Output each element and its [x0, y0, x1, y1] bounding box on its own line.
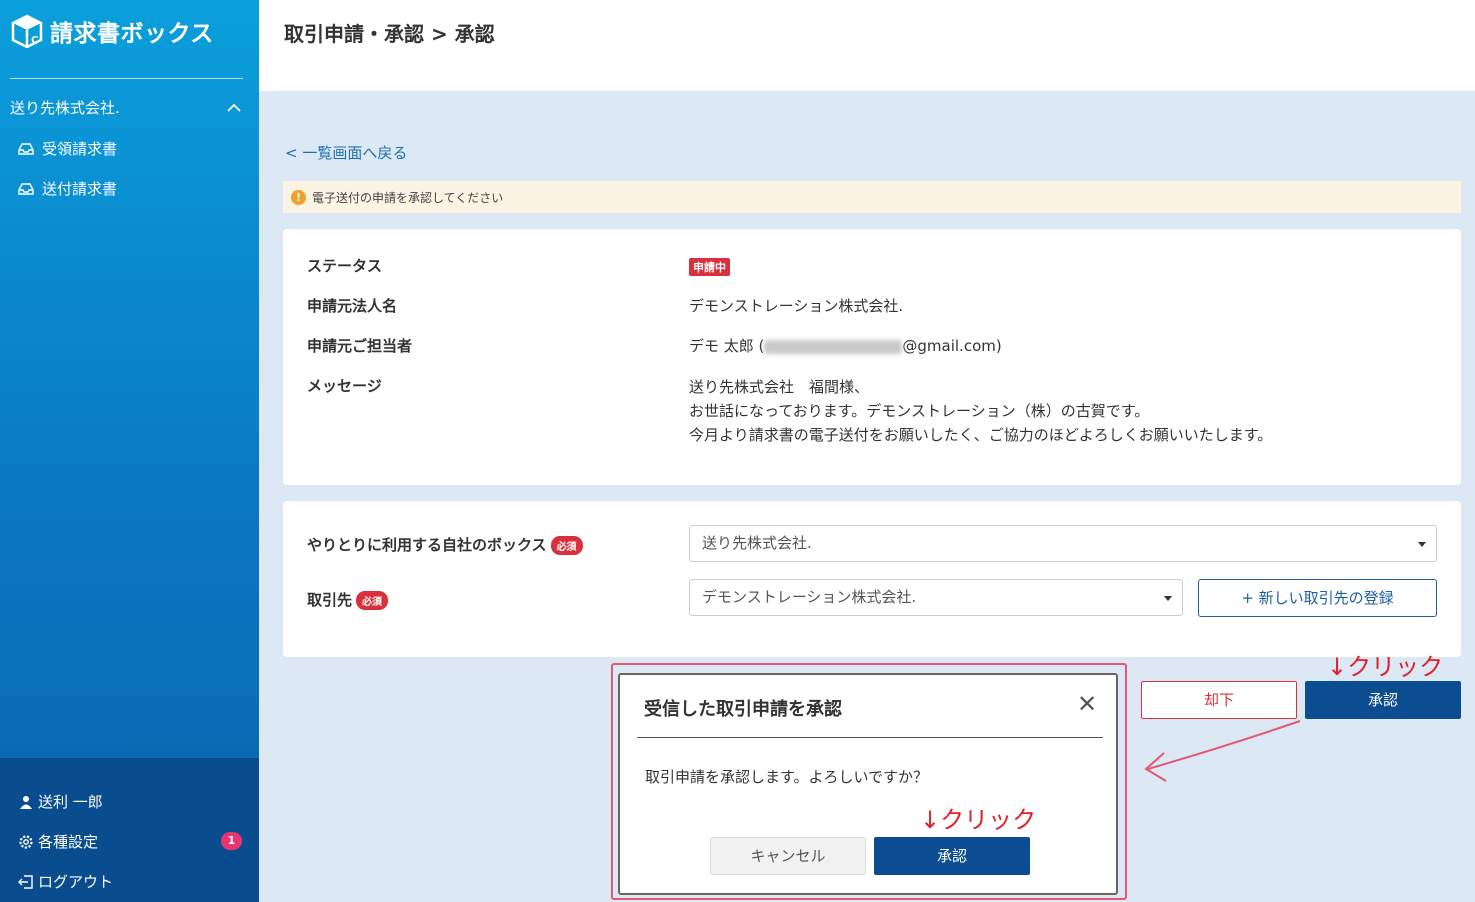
logout-label: ログアウト [38, 873, 114, 891]
contact-label: 申請元ご担当者 [307, 337, 413, 355]
app-title: 請求書ボックス [50, 21, 214, 47]
chevron-up-icon [227, 103, 241, 112]
sidebar-item-label: 受領請求書 [42, 140, 118, 158]
inbox-icon [18, 182, 34, 195]
settings-badge: 1 [221, 832, 242, 850]
info-icon: ! [291, 189, 306, 205]
settings-link[interactable]: 各種設定 [18, 831, 98, 852]
sidebar-item-label: 送付請求書 [42, 180, 118, 198]
settings-label: 各種設定 [38, 833, 99, 851]
company-label: 申請元法人名 [307, 297, 398, 315]
message-line: 送り先株式会社 福間様、 [689, 378, 870, 396]
page-header: 取引申請・承認 > 承認 [259, 0, 1475, 91]
required-badge: 必須 [356, 591, 389, 610]
sidebar-item-sent[interactable]: 送付請求書 [18, 178, 117, 199]
dialog-cancel-button[interactable]: キャンセル [710, 837, 866, 875]
status-label: ステータス [307, 257, 383, 275]
box-logo-icon: C [11, 14, 43, 48]
box-select-value: 送り先株式会社. [702, 534, 812, 552]
settings-form-card: やりとりに利用する自社のボックス 必須 送り先株式会社. 取引先 必須 デモンストレ… [283, 501, 1461, 657]
company-value: デモンストレーション株式会社. [689, 297, 904, 315]
caret-down-icon [1164, 596, 1172, 601]
contact-email-domain: @gmail.com) [902, 337, 1002, 355]
approve-confirm-dialog: 受信した取引申請を承認 ✕ 取引申請を承認します。よろしいですか？ キャンセル … [618, 673, 1118, 895]
info-alert: ! 電子送付の申請を承認してください [283, 181, 1461, 213]
approve-button[interactable]: 承認 [1305, 681, 1461, 719]
close-icon[interactable]: ✕ [1077, 690, 1097, 718]
message-line: 今月より請求書の電子送付をお願いしたく、ご協力のほどよろしくお願いいたします。 [689, 426, 1273, 444]
user-icon [20, 795, 32, 809]
contact-name: デモ 太郎 ( [689, 337, 765, 355]
request-details-card: ステータス 申請中 申請元法人名 デモンストレーション株式会社. 申請元ご担当者… [283, 229, 1461, 485]
required-badge: 必須 [550, 536, 583, 555]
sidebar-divider [10, 78, 243, 79]
click-annotation: ↓クリック [920, 806, 1037, 834]
annotation-arrow [1144, 720, 1301, 782]
back-to-list-link[interactable]: < 一覧画面へ戻る [285, 142, 407, 163]
message-label: メッセージ [307, 377, 382, 395]
partner-select[interactable]: デモンストレーション株式会社. [689, 579, 1183, 616]
app-logo[interactable]: C 請求書ボックス [10, 14, 214, 48]
svg-text:C: C [31, 35, 38, 46]
inbox-icon [18, 142, 34, 155]
company-switcher[interactable]: 送り先株式会社. [10, 97, 242, 118]
status-badge: 申請中 [689, 258, 730, 276]
logout-link[interactable]: ログアウト [18, 871, 113, 892]
user-name: 送利 一郎 [38, 793, 103, 811]
logout-icon [18, 874, 33, 889]
dialog-approve-button[interactable]: 承認 [874, 837, 1030, 875]
sidebar: C 請求書ボックス 送り先株式会社. 受領請求書 送付請求書 送利 一郎 各種設… [0, 0, 259, 902]
contact-value: デモ 太郎 ( @gmail.com) [689, 335, 1002, 356]
partner-label-text: 取引先 [307, 591, 353, 609]
dialog-message: 取引申請を承認します。よろしいですか？ [645, 768, 929, 786]
company-name: 送り先株式会社. [10, 99, 120, 117]
caret-down-icon [1418, 542, 1426, 547]
partner-label: 取引先 必須 [307, 589, 389, 610]
dialog-title: 受信した取引申請を承認 [644, 699, 842, 720]
message-body: 送り先株式会社 福間様、 お世話になっております。デモンストレーション（株）の古… [689, 375, 1272, 447]
partner-select-value: デモンストレーション株式会社. [702, 588, 917, 606]
breadcrumb: 取引申請・承認 > 承認 [284, 22, 495, 46]
click-annotation: ↓クリック [1327, 653, 1444, 681]
box-select[interactable]: 送り先株式会社. [689, 525, 1437, 562]
message-line: お世話になっております。デモンストレーション（株）の古賀です。 [689, 402, 1150, 420]
redacted-email [764, 339, 903, 354]
new-partner-button[interactable]: + 新しい取引先の登録 [1198, 579, 1437, 617]
dialog-divider [637, 737, 1103, 738]
user-menu[interactable]: 送利 一郎 [18, 791, 103, 812]
alert-text: 電子送付の申請を承認してください [312, 190, 504, 205]
box-label: やりとりに利用する自社のボックス 必須 [307, 534, 583, 555]
sidebar-item-received[interactable]: 受領請求書 [18, 138, 117, 159]
gear-icon [19, 834, 33, 849]
box-label-text: やりとりに利用する自社のボックス [307, 536, 547, 554]
reject-button[interactable]: 却下 [1141, 681, 1297, 719]
